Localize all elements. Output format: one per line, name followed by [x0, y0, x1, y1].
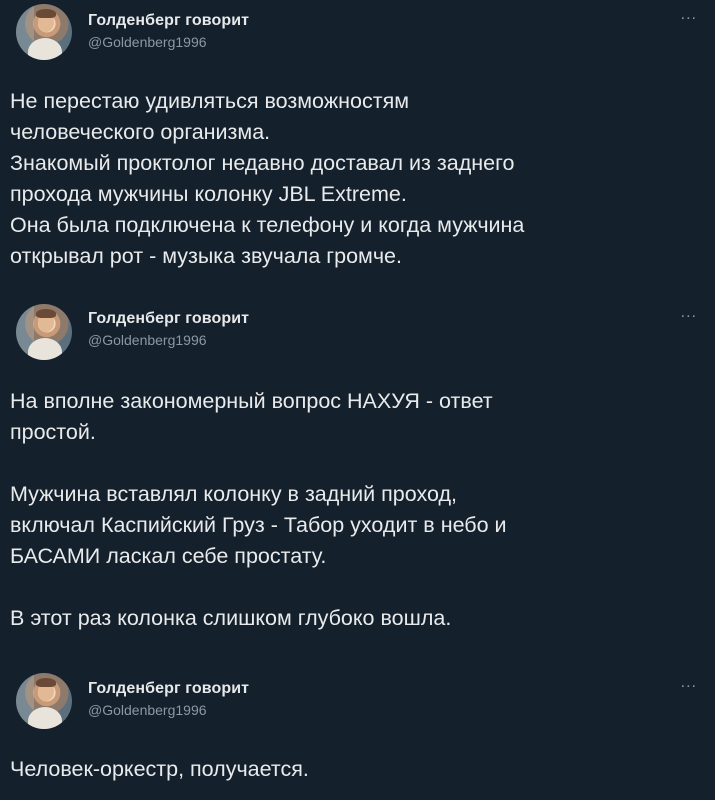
tweet-text: Не перестаю удивляться возможностям чело… [10, 89, 525, 268]
author-handle[interactable]: @Goldenberg1996 [88, 702, 207, 718]
tweet-text: Человек-оркестр, получается. [10, 757, 309, 781]
author-name[interactable]: Голденберг говорит [88, 680, 249, 698]
author-handle[interactable]: @Goldenberg1996 [88, 332, 207, 348]
more-options-icon[interactable]: ... [681, 6, 697, 24]
tweet-text: На вполне закономерный вопрос НАХУЯ - от… [10, 389, 507, 630]
author-handle[interactable]: @Goldenberg1996 [88, 34, 207, 50]
avatar[interactable] [16, 673, 72, 729]
more-options-icon[interactable]: ... [681, 674, 697, 692]
author-name[interactable]: Голденберг говорит [88, 310, 249, 328]
avatar[interactable] [16, 4, 72, 60]
author-name[interactable]: Голденберг говорит [88, 12, 249, 30]
more-options-icon[interactable]: ... [681, 304, 697, 322]
avatar[interactable] [16, 304, 72, 360]
